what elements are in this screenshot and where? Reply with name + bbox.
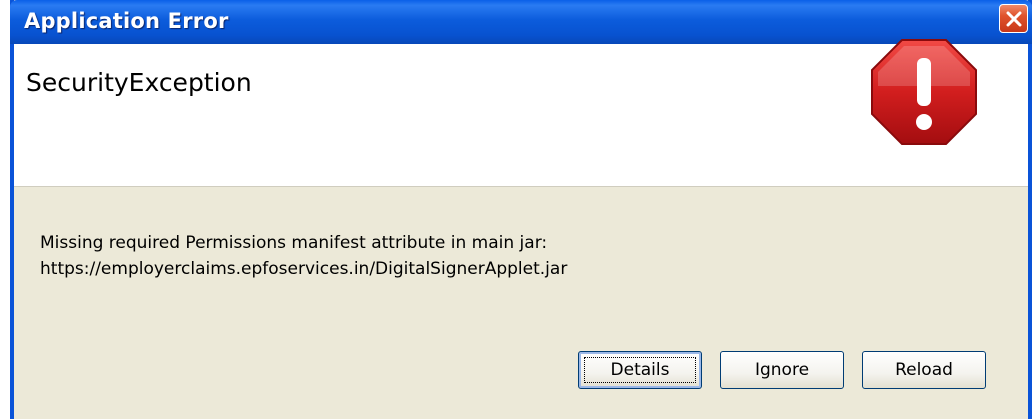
close-button[interactable] [999, 4, 1028, 33]
message-line-1: Missing required Permissions manifest at… [40, 233, 548, 253]
ignore-button[interactable]: Ignore [720, 351, 844, 389]
focus-ring [584, 357, 696, 383]
desktop-backdrop [0, 0, 10, 419]
reload-button[interactable]: Reload [862, 351, 986, 389]
close-icon [1006, 11, 1021, 26]
reload-button-label: Reload [895, 360, 953, 380]
stop-error-icon [871, 39, 977, 145]
error-message: Missing required Permissions manifest at… [40, 230, 567, 282]
exception-heading: SecurityException [26, 68, 252, 97]
message-line-2: https://employerclaims.epfoservices.in/D… [40, 259, 568, 279]
ignore-button-label: Ignore [754, 360, 810, 380]
window-title: Application Error [24, 9, 229, 33]
details-button[interactable]: Details [578, 351, 702, 389]
